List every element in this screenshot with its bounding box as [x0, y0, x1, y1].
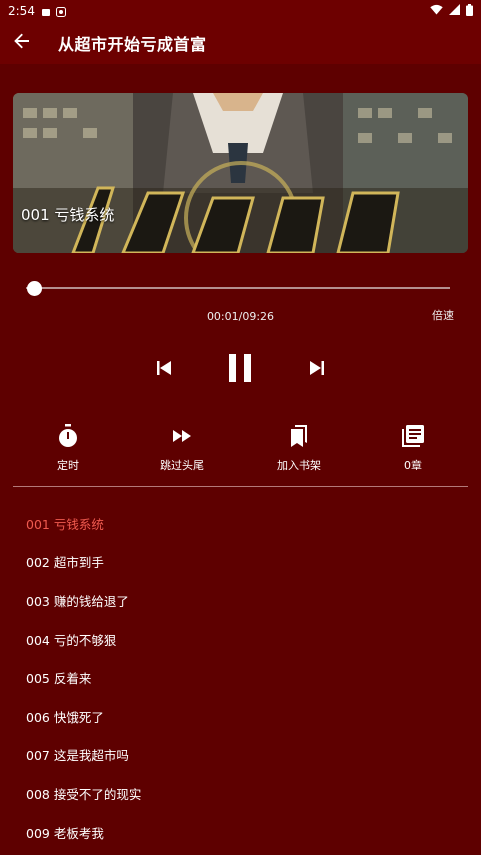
arrow-back-icon	[14, 33, 30, 53]
speed-button[interactable]: 倍速	[432, 307, 454, 323]
chapter-item[interactable]: 008 接受不了的现实	[0, 774, 481, 813]
cover-artwork	[13, 93, 468, 253]
chapter-item[interactable]: 009 老板考我	[0, 813, 481, 852]
skip-intro-outro-button[interactable]: 跳过头尾	[137, 423, 227, 473]
skip-next-icon	[308, 359, 326, 381]
chapter-item[interactable]: 002 超市到手	[0, 543, 481, 582]
bookmarks-icon	[254, 423, 344, 449]
skip-next-button[interactable]	[305, 358, 329, 382]
chapters-button[interactable]: 0章	[368, 423, 458, 473]
skip-intro-outro-label: 跳过头尾	[160, 459, 204, 472]
status-time: 2:54	[8, 4, 35, 18]
seek-track	[26, 287, 450, 289]
notification-icon	[41, 6, 51, 16]
back-button[interactable]	[0, 22, 44, 64]
pause-button[interactable]	[224, 352, 256, 388]
app-bar: 从超市开始亏成首富	[0, 22, 481, 64]
chapter-item[interactable]: 004 亏的不够狠	[0, 620, 481, 659]
wifi-icon	[430, 4, 443, 18]
status-bar: 2:54	[0, 0, 481, 22]
timer-label: 定时	[57, 459, 79, 472]
seek-thumb[interactable]	[26, 281, 42, 296]
divider	[13, 486, 468, 487]
signal-icon	[449, 4, 460, 18]
app-notification-icon	[55, 6, 66, 17]
skip-previous-icon	[155, 359, 173, 381]
action-bar: 定时 跳过头尾 加入书架 0章	[0, 423, 481, 473]
cover-episode-title: 001 亏钱系统	[21, 206, 115, 224]
chapter-item[interactable]: 001 亏钱系统	[0, 504, 481, 543]
chapter-list: 001 亏钱系统 002 超市到手 003 赚的钱给退了 004 亏的不够狠 0…	[0, 504, 481, 851]
chapter-item[interactable]: 005 反着来	[0, 658, 481, 697]
chapter-item[interactable]: 007 这是我超市吗	[0, 736, 481, 775]
page-title: 从超市开始亏成首富	[58, 35, 207, 54]
chapter-item[interactable]: 006 快饿死了	[0, 697, 481, 736]
battery-icon	[466, 3, 473, 19]
library-books-icon	[368, 423, 458, 449]
seek-bar[interactable]	[26, 281, 450, 297]
cover-image: 001 亏钱系统	[13, 93, 468, 253]
playback-controls	[0, 350, 481, 390]
chapters-count-label: 0章	[404, 459, 422, 472]
fast-forward-icon	[137, 423, 227, 449]
timer-button[interactable]: 定时	[23, 423, 113, 473]
chapter-item[interactable]: 003 赚的钱给退了	[0, 581, 481, 620]
skip-previous-button[interactable]	[152, 358, 176, 382]
pause-icon	[227, 353, 253, 387]
add-to-shelf-button[interactable]: 加入书架	[254, 423, 344, 473]
timer-icon	[23, 423, 113, 449]
add-to-shelf-label: 加入书架	[277, 459, 321, 472]
time-display: 00:01/09:26	[206, 310, 275, 323]
